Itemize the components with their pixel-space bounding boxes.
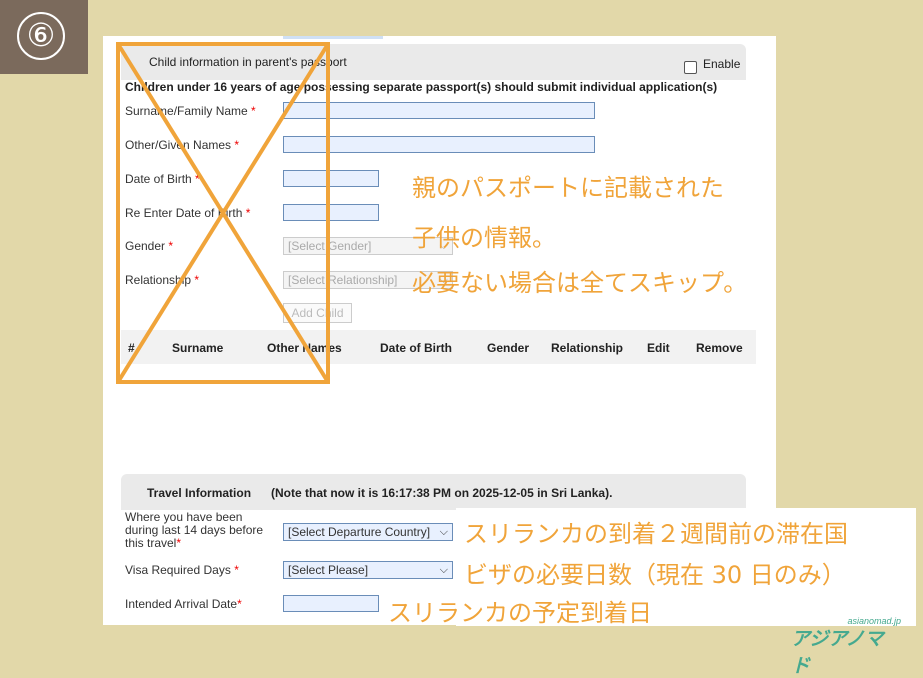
child-note-line1: 親のパスポートに記載された [412, 174, 724, 202]
site-logo: asianomad.jp アジアノマド [791, 616, 901, 677]
visa-days-label: Visa Required Days * [125, 563, 239, 577]
last14-note: スリランカの到着２週間前の滞在国 [464, 520, 848, 548]
col-edit: Edit [647, 341, 670, 355]
child-note-line2: 子供の情報。 [412, 224, 556, 252]
arrival-note: スリランカの予定到着日 [388, 599, 652, 627]
col-remove: Remove [696, 341, 743, 355]
departure-country-select[interactable]: [Select Departure Country] ⌵ [283, 523, 453, 541]
col-gender: Gender [487, 341, 530, 355]
chevron-down-icon: ⌵ [439, 564, 448, 576]
chevron-down-icon: ⌵ [439, 526, 448, 538]
step-badge: ⑥ [0, 0, 88, 74]
arrival-date-label: Intended Arrival Date* [125, 597, 242, 611]
col-dob: Date of Birth [380, 341, 452, 355]
travel-section-title: Travel Information [147, 486, 252, 500]
enable-checkbox[interactable] [684, 61, 697, 74]
travel-section-header: Travel Information (Note that now it is … [121, 474, 746, 510]
last14-label: Where you have been during last 14 days … [125, 510, 264, 550]
step-number: ⑥ [17, 12, 65, 60]
col-relationship: Relationship [551, 341, 624, 355]
visa-days-note: ビザの必要日数（現在 30 日のみ） [464, 561, 846, 589]
logo-text: アジアノマド [791, 629, 884, 677]
child-note-line3: 必要ない場合は全てスキップ。 [412, 269, 748, 297]
visa-days-select[interactable]: [Select Please] ⌵ [283, 561, 453, 579]
travel-section-note: (Note that now it is 16:17:38 PM on 2025… [271, 486, 613, 500]
previous-input-edge [283, 36, 383, 39]
arrival-date-input[interactable] [283, 595, 379, 612]
skip-cross-overlay [116, 42, 330, 384]
enable-label: Enable [703, 57, 741, 71]
